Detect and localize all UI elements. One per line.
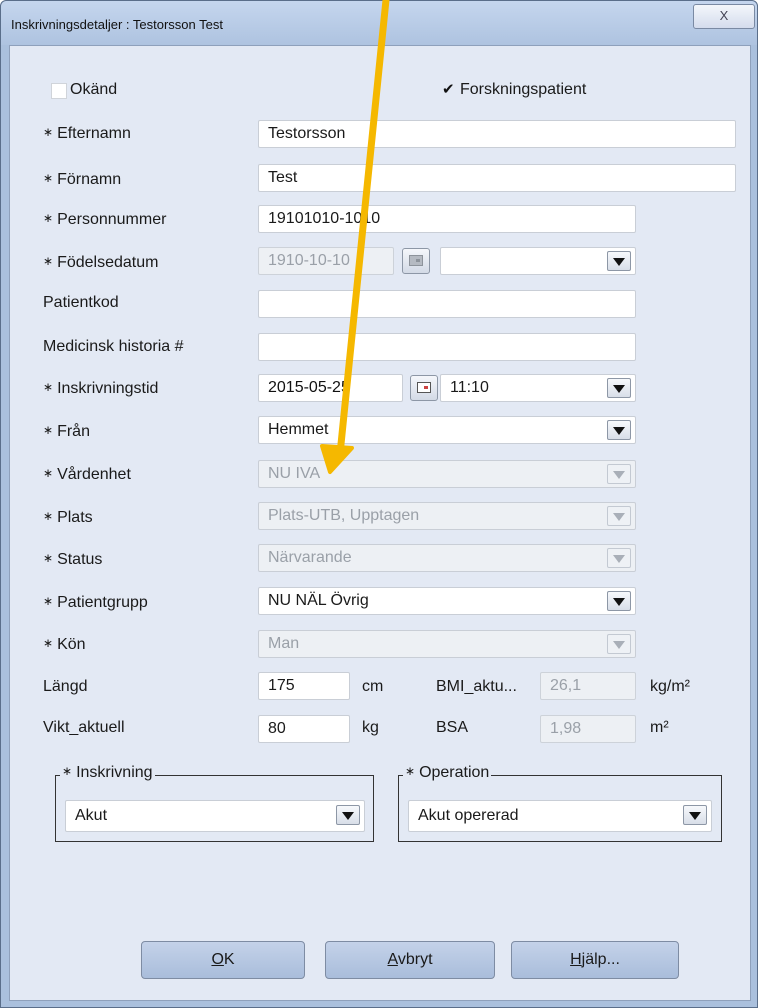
fornamn-label: ∗ Förnamn (43, 171, 122, 188)
chevron-down-icon[interactable] (607, 420, 631, 440)
bmi-input[interactable]: 26,1 (540, 672, 636, 700)
bmi-label: BMI_aktu... (436, 678, 517, 695)
vikt-unit: kg (362, 719, 379, 736)
dialog-window: Inskrivningsdetaljer : Testorsson Test X… (0, 0, 758, 1008)
patientgrupp-dropdown[interactable]: NU NÄL Övrig (258, 587, 636, 615)
vikt-input[interactable]: 80 (258, 715, 350, 743)
birthdate-calendar-icon[interactable] (402, 248, 430, 274)
chevron-down-icon[interactable] (336, 805, 360, 825)
inskrivningstid-label: ∗ Inskrivningstid (43, 380, 159, 397)
personnummer-label: ∗ Personnummer (43, 211, 167, 228)
unknown-label: Okänd (70, 81, 118, 98)
fran-label: ∗ Från (43, 423, 90, 440)
status-label: ∗ Status (43, 551, 103, 568)
chevron-down-icon[interactable] (607, 464, 631, 484)
research-label: Forskningspatient (460, 81, 587, 98)
efternamn-input[interactable]: Testorsson (258, 120, 736, 148)
kon-dropdown[interactable]: Man (258, 630, 636, 658)
chevron-down-icon[interactable] (607, 378, 631, 398)
langd-input[interactable]: 175 (258, 672, 350, 700)
inskrivning-group-label: ∗ Inskrivning (60, 764, 155, 782)
help-button[interactable]: Hjälp... (511, 941, 679, 979)
inskrivningstid-date-input[interactable]: 2015-05-25 (258, 374, 403, 402)
inskrivning-group: ∗ Inskrivning Akut (55, 764, 374, 842)
inskrivningstid-time-dropdown[interactable]: 11:10 (440, 374, 636, 402)
bsa-unit: m² (650, 719, 669, 736)
plats-dropdown[interactable]: Plats-UTB, Upptagen (258, 502, 636, 530)
vardenhet-dropdown[interactable]: NU IVA (258, 460, 636, 488)
close-button[interactable]: X (693, 4, 755, 29)
chevron-down-icon[interactable] (607, 634, 631, 654)
fodelsedatum-input[interactable]: 1910-10-10 (258, 247, 394, 275)
chevron-down-icon[interactable] (607, 591, 631, 611)
operation-dropdown[interactable]: Akut opererad (408, 800, 712, 832)
efternamn-label: ∗ Efternamn (43, 125, 131, 142)
vikt-label: Vikt_aktuell (43, 719, 125, 736)
chevron-down-icon[interactable] (607, 506, 631, 526)
admission-calendar-icon[interactable] (410, 375, 438, 401)
birthdate-extra-dropdown[interactable] (440, 247, 636, 275)
form-area: Okänd Forskningspatient ∗Efternamn Testo… (9, 45, 751, 1001)
vardenhet-label: ∗ Vårdenhet (43, 466, 131, 483)
fodelsedatum-label: ∗ Födelsedatum (43, 254, 159, 271)
unknown-checkbox[interactable] (51, 83, 67, 99)
bsa-label: BSA (436, 719, 469, 736)
chevron-down-icon[interactable] (607, 251, 631, 271)
fran-dropdown[interactable]: Hemmet (258, 416, 636, 444)
cancel-button[interactable]: Avbryt (325, 941, 495, 979)
langd-unit: cm (362, 678, 384, 695)
bsa-input[interactable]: 1,98 (540, 715, 636, 743)
patientkod-input[interactable] (258, 290, 636, 318)
bmi-unit: kg/m² (650, 678, 690, 695)
medhist-label: Medicinsk historia # (43, 338, 184, 355)
inskrivning-dropdown[interactable]: Akut (65, 800, 365, 832)
chevron-down-icon[interactable] (607, 548, 631, 568)
langd-label: Längd (43, 678, 88, 695)
kon-label: ∗ Kön (43, 636, 86, 653)
patientgrupp-label: ∗ Patientgrupp (43, 594, 148, 611)
operation-group-label: ∗ Operation (403, 764, 492, 782)
window-title: Inskrivningsdetaljer : Testorsson Test (11, 17, 223, 32)
personnummer-input[interactable]: 19101010-1010 (258, 205, 636, 233)
plats-label: ∗ Plats (43, 509, 93, 526)
research-checkbox[interactable] (441, 80, 457, 99)
ok-button[interactable]: OK (141, 941, 305, 979)
fornamn-input[interactable]: Test (258, 164, 736, 192)
operation-group: ∗ Operation Akut opererad (398, 764, 722, 842)
title-bar[interactable]: Inskrivningsdetaljer : Testorsson Test X (1, 1, 757, 45)
chevron-down-icon[interactable] (683, 805, 707, 825)
patientkod-label: Patientkod (43, 294, 119, 311)
status-dropdown[interactable]: Närvarande (258, 544, 636, 572)
medhist-input[interactable] (258, 333, 636, 361)
